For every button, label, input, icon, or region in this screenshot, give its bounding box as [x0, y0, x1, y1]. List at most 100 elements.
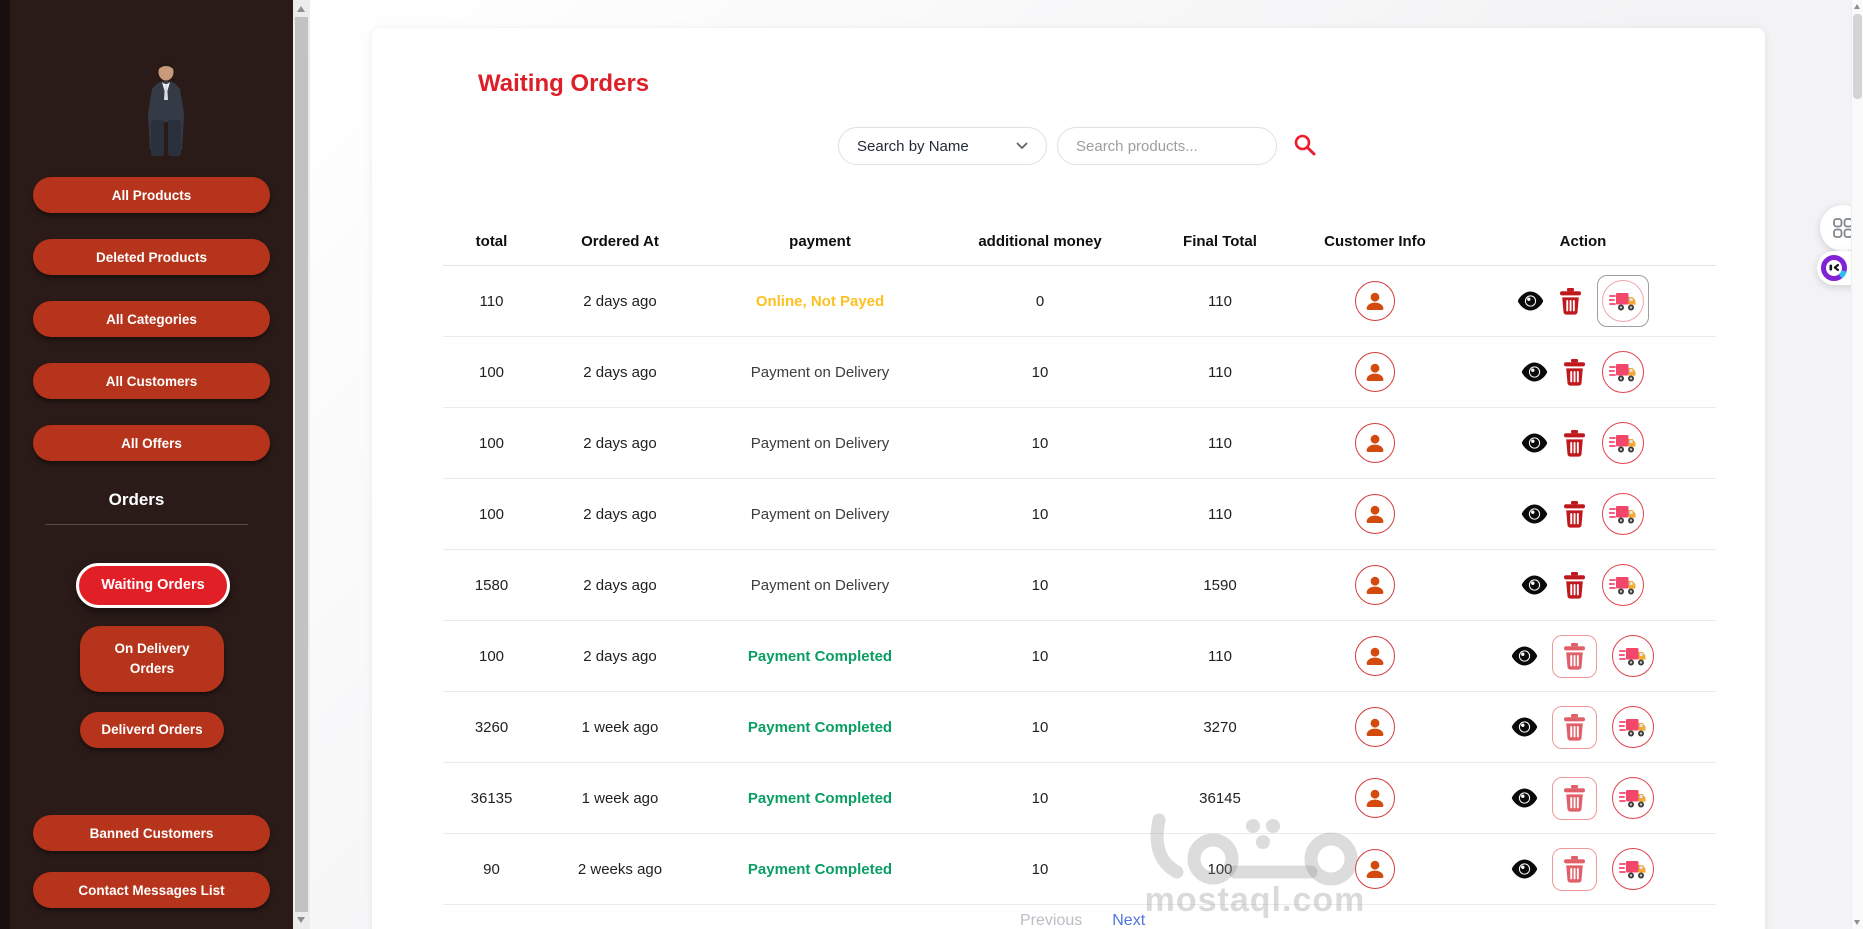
view-order-button[interactable] [1511, 788, 1538, 808]
additional-money: 10 [1031, 789, 1049, 807]
sidebar-item-all-offers[interactable]: All Offers [33, 425, 270, 461]
table-row: 100 2 days ago Payment on Delivery 10 11… [443, 337, 1716, 408]
deliver-order-button[interactable] [1602, 564, 1644, 606]
deliver-order-button[interactable] [1612, 635, 1654, 677]
search-button[interactable] [1291, 131, 1319, 162]
person-icon [1366, 860, 1384, 878]
view-order-button[interactable] [1511, 859, 1538, 879]
delete-order-button[interactable] [1563, 571, 1586, 599]
customer-info-cell [1300, 707, 1450, 747]
delete-order-button[interactable] [1563, 500, 1586, 528]
delete-order-button[interactable] [1563, 784, 1586, 812]
view-order-button[interactable] [1521, 504, 1548, 524]
sidebar-item-contact-messages[interactable]: Contact Messages List [33, 872, 270, 908]
deliver-order-button[interactable] [1612, 706, 1654, 748]
deliver-order-wrap [1611, 705, 1655, 749]
search-filter-value: Search by Name [857, 137, 969, 155]
sidebar-item-on-delivery-orders[interactable]: On Delivery Orders [80, 626, 224, 692]
page-scroll-up-icon[interactable] [1854, 4, 1860, 9]
search-filter-select[interactable]: Search by Name [838, 127, 1047, 165]
order-total: 1580 [474, 576, 509, 594]
page-scrollbar[interactable] [1851, 0, 1863, 929]
additional-money: 10 [1031, 860, 1049, 878]
person-icon [1366, 576, 1384, 594]
deliver-order-wrap [1601, 350, 1645, 394]
deliver-order-button[interactable] [1602, 422, 1644, 464]
scroll-up-arrow-icon[interactable] [297, 6, 305, 12]
customer-info-cell [1300, 778, 1450, 818]
view-order-button[interactable] [1521, 575, 1548, 595]
pagination-next[interactable]: Next [1112, 912, 1145, 929]
customer-info-button[interactable] [1355, 849, 1395, 889]
delete-order-button[interactable] [1563, 429, 1586, 457]
view-order-button[interactable] [1511, 646, 1538, 666]
final-total: 110 [1208, 292, 1232, 310]
payment-status: Payment Completed [747, 789, 893, 807]
additional-money: 0 [1035, 292, 1045, 310]
view-order-button[interactable] [1521, 362, 1548, 382]
table-row: 100 2 days ago Payment Completed 10 110 [443, 621, 1716, 692]
table-row: 3260 1 week ago Payment Completed 10 327… [443, 692, 1716, 763]
deliver-order-wrap [1611, 847, 1655, 891]
page-scroll-down-icon[interactable] [1854, 920, 1860, 925]
customer-info-button[interactable] [1355, 281, 1395, 321]
delete-order-button[interactable] [1563, 642, 1586, 670]
table-row: 100 2 days ago Payment on Delivery 10 11… [443, 479, 1716, 550]
sidebar-scrollbar[interactable] [293, 0, 310, 929]
view-order-button[interactable] [1517, 291, 1544, 311]
sidebar: All Products Deleted Products All Catego… [0, 0, 293, 929]
customer-info-button[interactable] [1355, 778, 1395, 818]
sidebar-item-all-products[interactable]: All Products [33, 177, 270, 213]
deliver-order-button[interactable] [1612, 848, 1654, 890]
pagination-previous[interactable]: Previous [1020, 912, 1082, 929]
search-input[interactable] [1057, 127, 1277, 165]
sidebar-item-deleted-products[interactable]: Deleted Products [33, 239, 270, 275]
order-date: 2 days ago [583, 292, 657, 310]
customer-info-button[interactable] [1355, 352, 1395, 392]
search-row: Search by Name [838, 127, 1319, 165]
delete-order-button[interactable] [1563, 855, 1586, 883]
customer-info-button[interactable] [1355, 494, 1395, 534]
delete-order-wrap [1562, 429, 1587, 458]
sidebar-item-all-customers[interactable]: All Customers [33, 363, 270, 399]
person-icon [1366, 789, 1384, 807]
order-date: 1 week ago [581, 718, 659, 736]
eye-icon [1517, 291, 1544, 311]
truck-icon [1609, 435, 1636, 453]
deliver-order-button[interactable] [1602, 493, 1644, 535]
view-order-button[interactable] [1511, 717, 1538, 737]
scroll-down-arrow-icon[interactable] [297, 917, 305, 923]
deliver-order-button[interactable] [1602, 280, 1644, 322]
deliver-order-wrap [1597, 275, 1649, 327]
delete-order-button[interactable] [1559, 287, 1582, 315]
eye-icon [1511, 859, 1538, 879]
column-header-action: Action [1559, 233, 1607, 250]
customer-info-button[interactable] [1355, 707, 1395, 747]
page-scrollbar-thumb[interactable] [1853, 14, 1862, 99]
sidebar-scrollbar-thumb[interactable] [295, 17, 308, 912]
sidebar-item-waiting-orders[interactable]: Waiting Orders [76, 563, 230, 608]
column-header-customer-info: Customer Info [1324, 233, 1426, 250]
delete-order-wrap [1562, 571, 1587, 600]
sidebar-item-deliverd-orders[interactable]: Deliverd Orders [80, 712, 224, 748]
delete-order-button[interactable] [1563, 713, 1586, 741]
trash-icon [1564, 571, 1585, 599]
content-card: Waiting Orders Search by Name Search pro… [372, 28, 1765, 929]
delete-order-button[interactable] [1563, 358, 1586, 386]
person-icon [1366, 505, 1384, 523]
sidebar-item-banned-customers[interactable]: Banned Customers [33, 815, 270, 851]
additional-money: 10 [1031, 647, 1049, 665]
truck-icon [1619, 790, 1646, 808]
sidebar-item-all-categories[interactable]: All Categories [33, 301, 270, 337]
order-total: 100 [478, 505, 505, 523]
delete-order-wrap [1552, 847, 1597, 891]
customer-info-button[interactable] [1355, 565, 1395, 605]
view-order-button[interactable] [1521, 433, 1548, 453]
customer-info-button[interactable] [1355, 636, 1395, 676]
eye-icon [1521, 575, 1548, 595]
deliver-order-button[interactable] [1602, 351, 1644, 393]
orders-table: total Ordered At payment additional mone… [443, 218, 1716, 905]
customer-info-button[interactable] [1355, 423, 1395, 463]
person-icon [1366, 434, 1384, 452]
deliver-order-button[interactable] [1612, 777, 1654, 819]
